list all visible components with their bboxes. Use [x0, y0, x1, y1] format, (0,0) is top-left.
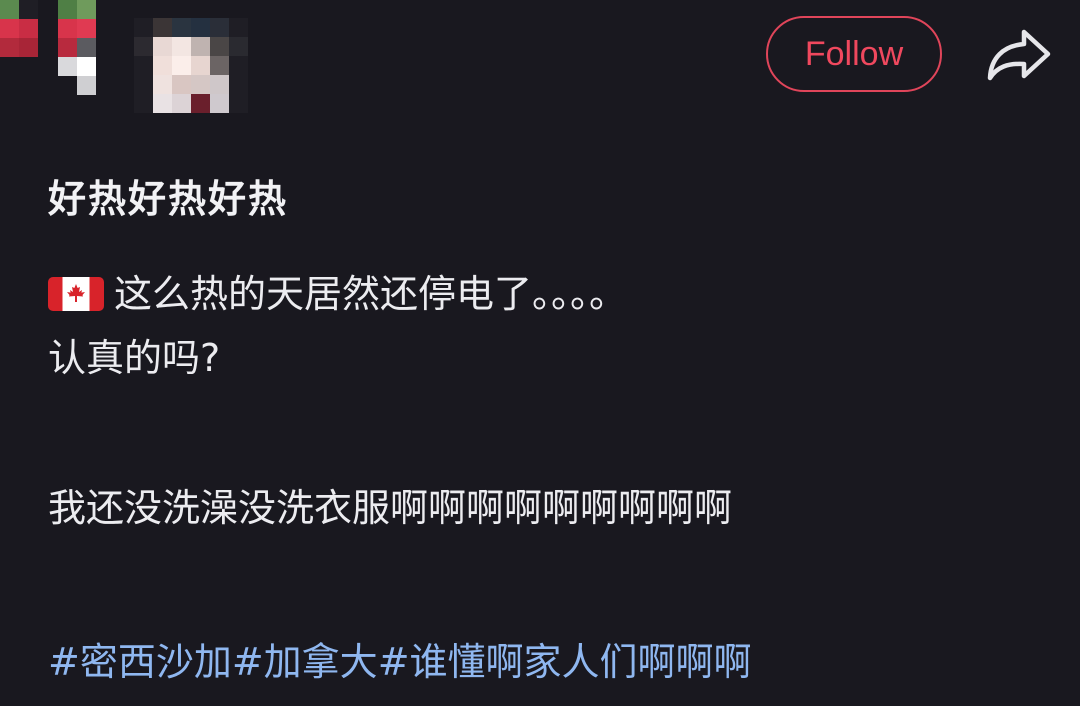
post-text-line: 认真的吗?: [48, 336, 221, 380]
hashtag-row: #密西沙加#加拿大#谁懂啊家人们啊啊啊: [48, 630, 752, 694]
post-text-line: 这么热的天居然还停电了。。。。: [114, 272, 628, 316]
post-text-line: 我还没洗澡没洗衣服啊啊啊啊啊啊啊啊啊: [48, 486, 733, 530]
post-line: 这么热的天居然还停电了。。。。: [48, 262, 1048, 326]
cherry-emoji-icon: [0, 0, 38, 57]
avatar[interactable]: [134, 18, 248, 113]
share-icon: [987, 29, 1051, 81]
post-title: 好热好热好热: [48, 177, 289, 221]
follow-button[interactable]: Follow: [766, 16, 942, 92]
back-button[interactable]: [58, 38, 115, 95]
canada-flag-icon: [48, 277, 104, 311]
post-body: 这么热的天居然还停电了。。。。 认真的吗? 我还没洗澡没洗衣服啊啊啊啊啊啊啊啊啊: [48, 262, 1048, 540]
hashtag-link[interactable]: #加拿大: [232, 640, 378, 684]
hashtag-link[interactable]: #谁懂啊家人们啊啊啊: [378, 640, 752, 684]
share-button[interactable]: [984, 26, 1054, 88]
hashtag-link[interactable]: #密西沙加: [48, 640, 232, 684]
